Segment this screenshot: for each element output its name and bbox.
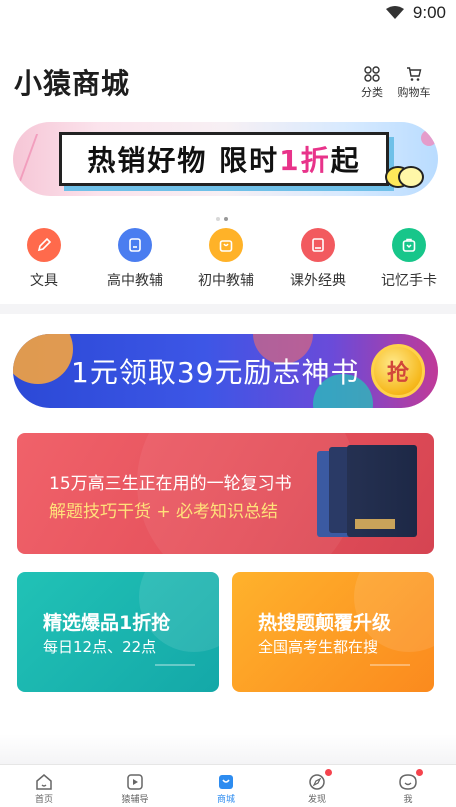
bottom-tab-bar: 首页 猿辅导 商城 发现 我: [0, 764, 456, 807]
tab-discover[interactable]: 发现: [287, 769, 347, 805]
tab-yuanfudao[interactable]: 猿辅导: [105, 773, 165, 805]
hot-search-card[interactable]: 热搜题颠覆升级 全国高考生都在搜: [232, 572, 434, 692]
tab-home[interactable]: 首页: [14, 773, 74, 805]
category-label: 分类: [361, 86, 383, 99]
carousel-dot: [216, 217, 220, 221]
section-divider: [0, 304, 456, 314]
category-middle-school[interactable]: 初中教辅: [188, 228, 264, 290]
category-button[interactable]: 分类: [360, 66, 384, 100]
flash-sale-card[interactable]: 精选爆品1折抢 每日12点、22点: [17, 572, 219, 692]
category-label: 文具: [30, 273, 58, 289]
tab-label: 猿辅导: [121, 795, 149, 805]
promo-text: 1元领取39元励志神书: [71, 356, 360, 389]
flash-sale-subtitle: 每日12点、22点: [43, 638, 157, 656]
category-label: 记忆手卡: [381, 273, 437, 289]
banner-text-box: 热销好物 限时 1折 起: [59, 132, 389, 186]
review-card-line2: 解题技巧干货 + 必考知识总结: [49, 502, 279, 522]
carousel-dot-active: [224, 217, 228, 221]
banner-text-highlight: 1折: [279, 144, 331, 177]
page-title: 小猿商城: [14, 67, 131, 100]
category-row: 文具 高中教辅 初中教辅 课外经典 记忆手卡: [0, 228, 456, 292]
tab-label: 商城: [216, 795, 235, 805]
flash-sale-title: 精选爆品1折抢: [43, 612, 171, 634]
notification-badge: [416, 769, 423, 776]
header: 小猿商城 分类 购物车: [14, 58, 444, 102]
tab-label: 首页: [34, 795, 53, 805]
promo-banner[interactable]: 1元领取39元励志神书 抢: [13, 334, 438, 408]
hot-search-title: 热搜题颠覆升级: [258, 612, 392, 634]
tab-label: 发现: [307, 795, 326, 805]
banner-text-end: 起: [330, 144, 361, 177]
notification-badge: [325, 769, 332, 776]
category-label: 初中教辅: [198, 273, 254, 289]
carousel-indicator: [216, 206, 240, 221]
card-bag-icon: [392, 228, 426, 262]
category-high-school[interactable]: 高中教辅: [97, 228, 173, 290]
banner-decoration: [13, 334, 73, 384]
grab-button[interactable]: 抢: [371, 344, 425, 398]
video-play-icon: [127, 774, 143, 790]
compass-icon: [309, 774, 325, 790]
review-card-line1: 15万高三生正在用的一轮复习书: [49, 474, 292, 494]
banner-decoration: [421, 130, 437, 146]
card-decoration: [370, 664, 410, 666]
book-image: [347, 445, 417, 537]
pencil-icon: [27, 228, 61, 262]
banner-text-main: 热销好物 限时: [87, 144, 280, 177]
cart-button[interactable]: 购物车: [394, 66, 434, 100]
review-book-card[interactable]: 15万高三生正在用的一轮复习书 解题技巧干货 + 必考知识总结: [17, 433, 434, 554]
wifi-icon: [386, 6, 404, 19]
tab-label: 我: [403, 795, 413, 805]
coin-decoration: [398, 166, 424, 188]
category-label: 课外经典: [290, 273, 346, 289]
banner-headline: 热销好物 限时 1折 起: [62, 135, 386, 183]
hot-sale-banner[interactable]: 热销好物 限时 1折 起: [13, 122, 438, 196]
category-stationery[interactable]: 文具: [6, 228, 82, 290]
home-icon: [36, 774, 52, 790]
grid-icon: [364, 66, 380, 82]
book-icon: [301, 228, 335, 262]
category-flashcards[interactable]: 记忆手卡: [371, 228, 447, 290]
clock: 9:00: [412, 3, 446, 22]
shopping-bag-icon: [209, 228, 243, 262]
cart-label: 购物车: [397, 86, 431, 99]
section-divider: [0, 734, 456, 764]
hot-search-subtitle: 全国高考生都在搜: [258, 638, 379, 656]
face-icon: [399, 774, 417, 790]
cart-icon: [407, 67, 422, 81]
tab-shop[interactable]: 商城: [196, 773, 256, 805]
book-face-icon: [118, 228, 152, 262]
status-bar: 9:00: [0, 0, 456, 28]
card-decoration: [155, 664, 195, 666]
shop-bag-icon: [219, 775, 233, 789]
category-classics[interactable]: 课外经典: [280, 228, 356, 290]
tab-me[interactable]: 我: [378, 769, 438, 805]
category-label: 高中教辅: [107, 273, 163, 289]
